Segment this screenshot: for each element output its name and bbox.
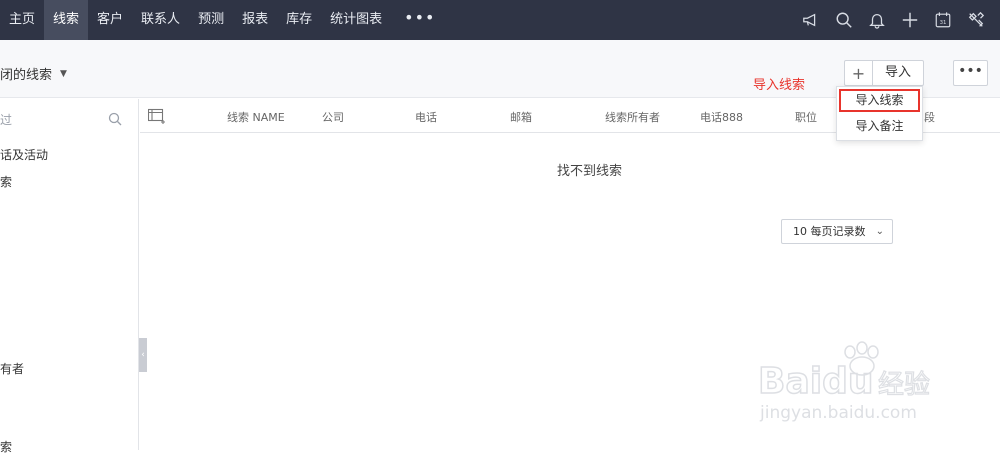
column-settings-icon[interactable]: [147, 108, 166, 124]
nav-more-button[interactable]: •••: [391, 0, 448, 40]
view-selector[interactable]: 闭的线索 ▼: [0, 64, 67, 83]
column-header-lead-owner[interactable]: 线索所有者: [605, 109, 660, 125]
chevron-down-icon: ⌄: [875, 226, 884, 237]
nav-item-leads[interactable]: 线索: [44, 0, 89, 40]
announcement-icon[interactable]: [801, 10, 821, 30]
menu-item-import-notes[interactable]: 导入备注: [837, 115, 922, 139]
sidebar-item-owner[interactable]: 有者: [0, 360, 24, 377]
sidebar-item-calls-activities[interactable]: 话及活动: [0, 146, 48, 163]
import-leads-annotation: 导入线索: [753, 78, 806, 93]
column-header-title[interactable]: 职位: [795, 109, 817, 125]
nav-item-forecasts[interactable]: 预测: [189, 0, 233, 40]
watermark-url: jingyan.baidu.com: [759, 403, 917, 423]
filter-search-placeholder: 过: [0, 113, 13, 127]
import-button[interactable]: 导入: [873, 61, 923, 85]
main-nav: 主页 线索 客户 联系人 预测 报表 库存 统计图表 •••: [0, 0, 448, 40]
more-actions-button[interactable]: •••: [953, 60, 988, 86]
column-header-lead-name[interactable]: 线索 NAME: [227, 109, 285, 125]
import-dropdown-menu: 导入线索 导入备注: [836, 86, 923, 141]
watermark-brand: Baidu: [758, 361, 873, 402]
search-icon[interactable]: [834, 10, 854, 30]
nav-item-contacts[interactable]: 联系人: [132, 0, 189, 40]
plus-icon[interactable]: [900, 10, 920, 30]
create-import-button-group: + 导入: [844, 60, 924, 86]
view-selector-label: 闭的线索: [0, 68, 53, 83]
nav-item-accounts[interactable]: 客户: [88, 0, 132, 40]
svg-text:31: 31: [940, 20, 947, 26]
nav-item-inventory[interactable]: 库存: [277, 0, 321, 40]
sidebar-item-leads[interactable]: 索: [0, 173, 12, 190]
top-icon-group: 31: [801, 0, 986, 40]
calendar-icon[interactable]: 31: [933, 10, 953, 30]
top-navigation-bar: 主页 线索 客户 联系人 预测 报表 库存 统计图表 ••• 31: [0, 0, 1000, 40]
nav-item-reports[interactable]: 报表: [233, 0, 277, 40]
column-header-email[interactable]: 邮箱: [510, 109, 532, 125]
search-icon[interactable]: [108, 111, 122, 126]
records-per-page-select[interactable]: 10 每页记录数 ⌄: [781, 219, 893, 244]
tools-icon[interactable]: [966, 10, 986, 30]
sidebar-item-leads-2[interactable]: 索: [0, 438, 12, 455]
column-header-stage[interactable]: 段: [924, 109, 935, 125]
nav-item-dashboards[interactable]: 统计图表: [321, 0, 391, 40]
column-header-phone[interactable]: 电话: [415, 109, 437, 125]
baidu-jingyan-watermark: Baidu 经验 jingyan.baidu.com: [758, 341, 931, 423]
column-header-company[interactable]: 公司: [322, 109, 344, 125]
create-lead-button[interactable]: +: [845, 61, 873, 85]
nav-item-home[interactable]: 主页: [0, 0, 44, 40]
records-per-page-label: 10 每页记录数: [793, 225, 866, 238]
watermark-brand-cn: 经验: [878, 370, 930, 400]
menu-item-import-leads[interactable]: 导入线索: [839, 89, 920, 112]
sidebar-collapse-handle[interactable]: ‹: [139, 338, 147, 372]
bell-icon[interactable]: [867, 10, 887, 30]
filter-search-field[interactable]: 过: [0, 109, 130, 129]
caret-down-icon: ▼: [60, 68, 67, 79]
filter-sidebar: 过 话及活动 索 有者 索: [0, 99, 139, 454]
empty-table-message: 找不到线索: [557, 164, 623, 179]
column-header-phone-888[interactable]: 电话888: [700, 109, 743, 125]
